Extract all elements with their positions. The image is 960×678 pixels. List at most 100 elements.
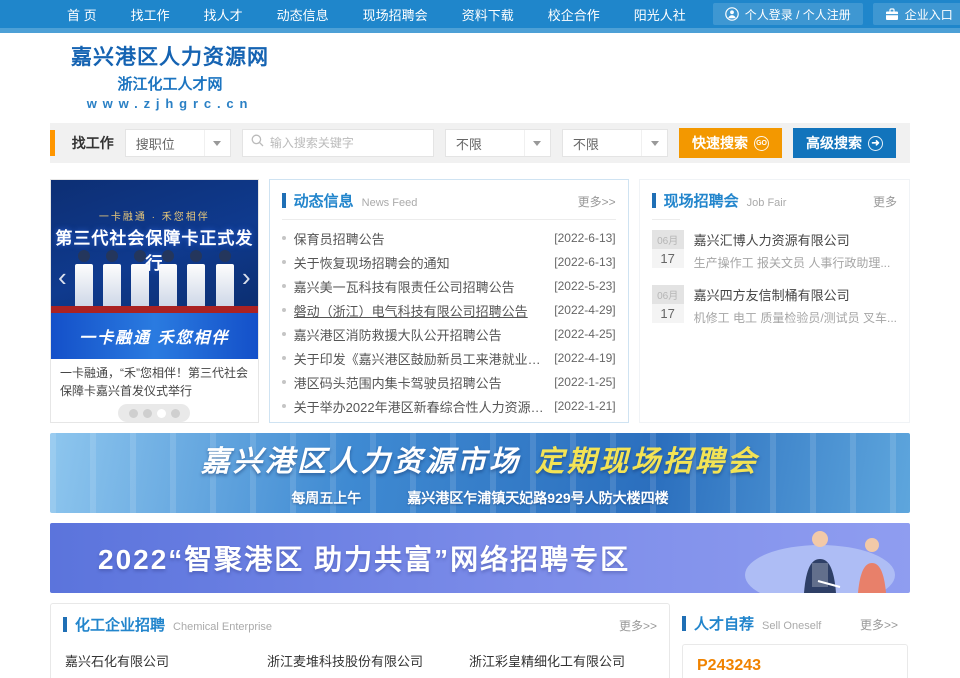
slide-podiums [51,264,258,306]
nav-job-fair[interactable]: 现场招聘会 [346,5,445,24]
date-badge: 06月 17 [652,285,684,326]
search-category-select[interactable]: 搜职位 [125,129,231,157]
banner1-address: 嘉兴港区乍浦镇天妃路929号人防大楼四楼 [407,488,668,508]
carousel-prev-arrow[interactable]: ‹ [58,264,67,290]
nav-school-cooperation[interactable]: 校企合作 [531,5,617,24]
carousel-dot-active[interactable] [157,409,166,418]
person-icon [725,7,739,21]
news-item[interactable]: 港区码头范围内集卡驾驶员招聘公告 [2022-1-25] [282,370,616,394]
orange-accent-bar [50,130,55,156]
carousel-dot[interactable] [143,409,152,418]
news-item[interactable]: 嘉兴美一瓦科技有限责任公司招聘公告 [2022-5-23] [282,274,616,298]
keyword-input-wrap [242,129,434,157]
badge-day: 17 [652,249,684,268]
self-rec-more-link[interactable]: 更多>> [860,616,898,633]
company-name[interactable]: 嘉兴石化有限公司 [65,651,251,670]
slide-stage-floor [51,306,258,313]
fair-company-jobs: 机修工 电工 质量检验员/测试员 叉车... [694,309,897,326]
job-fair-more-link[interactable]: 更多 [873,193,897,210]
chemical-company[interactable]: 浙江麦堆科技股份有限公司 销售专员 会计 土建主管 [267,651,453,678]
news-item-date: [2022-6-13] [554,255,615,269]
bullet-icon [282,356,286,360]
nav-find-talent[interactable]: 找人才 [187,5,260,24]
self-recommendation-panel: 人才自荐 Sell Oneself 更多>> P243243 男 ｜ 嘉兴市->… [680,603,910,678]
news-item[interactable]: 嘉兴港区消防救援大队公开招聘公告 [2022-4-25] [282,322,616,346]
slide-banner-text: 一卡融通 禾您相伴 [79,324,229,348]
news-item-date: [2022-4-29] [554,303,615,317]
carousel-next-arrow[interactable]: › [242,264,251,290]
self-rec-title: 人才自荐 [694,613,754,634]
nav-news[interactable]: 动态信息 [260,5,346,24]
news-item[interactable]: 保育员招聘公告 [2022-6-13] [282,226,616,250]
news-item-title: 嘉兴港区消防救援大队公开招聘公告 [294,325,547,344]
news-item-title: 磐动（浙江）电气科技有限公司招聘公告 [294,301,547,320]
bullet-icon [282,260,286,264]
job-fair-item[interactable]: 06月 17 嘉兴汇博人力资源有限公司 生产操作工 报关文员 人事行政助理... [652,230,897,271]
blue-accent-bar [682,616,686,631]
banner2-illustration [700,523,900,593]
news-item-date: [2022-1-21] [554,399,615,413]
quick-search-button[interactable]: 快速搜索 GO [679,128,782,158]
slide-tagline: 一卡融通 · 禾您相伴 [51,208,258,223]
news-item-highlighted[interactable]: 磐动（浙江）电气科技有限公司招聘公告 [2022-4-29] [282,298,616,322]
chemical-company[interactable]: 嘉兴石化有限公司 工艺员 设备管理 门卫（残疾工） [65,651,251,678]
news-item-title: 关于举办2022年港区新春综合性人力资源暨春风... [294,397,547,416]
news-feed-title: 动态信息 [294,190,354,211]
badge-month: 06月 [652,230,684,249]
carousel-dots [118,404,190,422]
online-recruitment-banner[interactable]: 2022“智聚港区 助力共富”网络招聘专区 [50,523,910,593]
chemical-header: 化工企业招聘 Chemical Enterprise 更多>> [51,604,669,643]
fair-company-name[interactable]: 嘉兴汇博人力资源有限公司 [694,230,897,249]
company-name[interactable]: 浙江麦堆科技股份有限公司 [267,651,453,670]
nav-sunshine-hr[interactable]: 阳光人社 [617,5,703,24]
filter-select-2[interactable]: 不限 [562,129,668,157]
search-section-label: 找工作 [72,133,114,153]
bullet-icon [282,380,286,384]
news-feed-panel: 动态信息 News Feed 更多>> 保育员招聘公告 [2022-6-13] … [269,179,629,423]
news-item[interactable]: 关于恢复现场招聘会的通知 [2022-6-13] [282,250,616,274]
filter-1-value: 不限 [446,134,524,153]
job-fair-header: 现场招聘会 Job Fair 更多 [640,180,909,219]
fair-company-name[interactable]: 嘉兴四方友信制桶有限公司 [694,285,897,304]
chemical-more-link[interactable]: 更多>> [619,617,657,634]
news-carousel: 一卡融通 · 禾您相伴 第三代社会保障卡正式发行 一卡融通 禾您相伴 ‹ › 一… [50,179,259,423]
badge-day: 17 [652,304,684,323]
candidate-card[interactable]: P243243 男 ｜ 嘉兴市->嘉兴港区 ｜ 八年以上 [682,644,908,678]
nav-downloads[interactable]: 资料下载 [445,5,531,24]
news-item[interactable]: 关于印发《嘉兴港区鼓励新员工来港就业补助操作... [2022-4-19] [282,346,616,370]
news-item-title: 关于印发《嘉兴港区鼓励新员工来港就业补助操作... [294,349,547,368]
company-name[interactable]: 浙江彩皇精细化工有限公司 [469,651,655,670]
news-item-title: 保育员招聘公告 [294,229,547,248]
job-market-banner[interactable]: 嘉兴港区人力资源市场 定期现场招聘会 每周五上午 嘉兴港区乍浦镇天妃路929号人… [50,433,910,513]
advanced-search-button[interactable]: 高级搜索 ➜ [793,128,896,158]
banner2-title: 2022“智聚港区 助力共富”网络招聘专区 [98,538,630,578]
filter-2-value: 不限 [563,134,641,153]
nav-find-job[interactable]: 找工作 [114,5,187,24]
news-item-title: 关于恢复现场招聘会的通知 [294,253,547,272]
news-item[interactable]: 关于举办2022年港区新春综合性人力资源暨春风... [2022-1-21] [282,394,616,418]
enterprise-entry-button[interactable]: 企业入口 [873,3,960,25]
nav-home[interactable]: 首 页 [50,5,114,24]
news-more-link[interactable]: 更多>> [578,193,616,210]
site-logo[interactable]: 嘉兴港区人力资源网 浙江化工人才网 www.zjhgrc.cn [55,41,285,111]
news-item-date: [2022-4-25] [554,327,615,341]
top-navigation-bar: 首 页 找工作 找人才 动态信息 现场招聘会 资料下载 校企合作 阳光人社 个人… [0,0,960,28]
personal-login-button[interactable]: 个人登录 / 个人注册 [713,3,863,25]
carousel-dot[interactable] [171,409,180,418]
chevron-down-icon [641,130,667,156]
personal-login-label: 个人登录 / 个人注册 [745,6,851,23]
carousel-caption[interactable]: 一卡融通，“禾”您相伴！第三代社会保障卡嘉兴首发仪式举行 [51,359,258,400]
filter-select-1[interactable]: 不限 [445,129,551,157]
news-feed-subtitle: News Feed [362,197,578,209]
chemical-company[interactable]: 浙江彩皇精细化工有限公司 普工（制造科） 营业担当 [469,651,655,678]
carousel-dot[interactable] [129,409,138,418]
search-icon [251,134,264,152]
banner1-schedule: 每周五上午 [291,488,361,508]
keyword-input[interactable] [270,136,425,150]
news-item-date: [2022-5-23] [554,279,615,293]
job-fair-item[interactable]: 06月 17 嘉兴四方友信制桶有限公司 机修工 电工 质量检验员/测试员 叉车.… [652,285,897,326]
news-list: 保育员招聘公告 [2022-6-13] 关于恢复现场招聘会的通知 [2022-6… [270,220,628,418]
news-item-date: [2022-6-13] [554,231,615,245]
candidate-id[interactable]: P243243 [697,657,893,675]
carousel-slide-image[interactable]: 一卡融通 · 禾您相伴 第三代社会保障卡正式发行 一卡融通 禾您相伴 [51,180,258,359]
